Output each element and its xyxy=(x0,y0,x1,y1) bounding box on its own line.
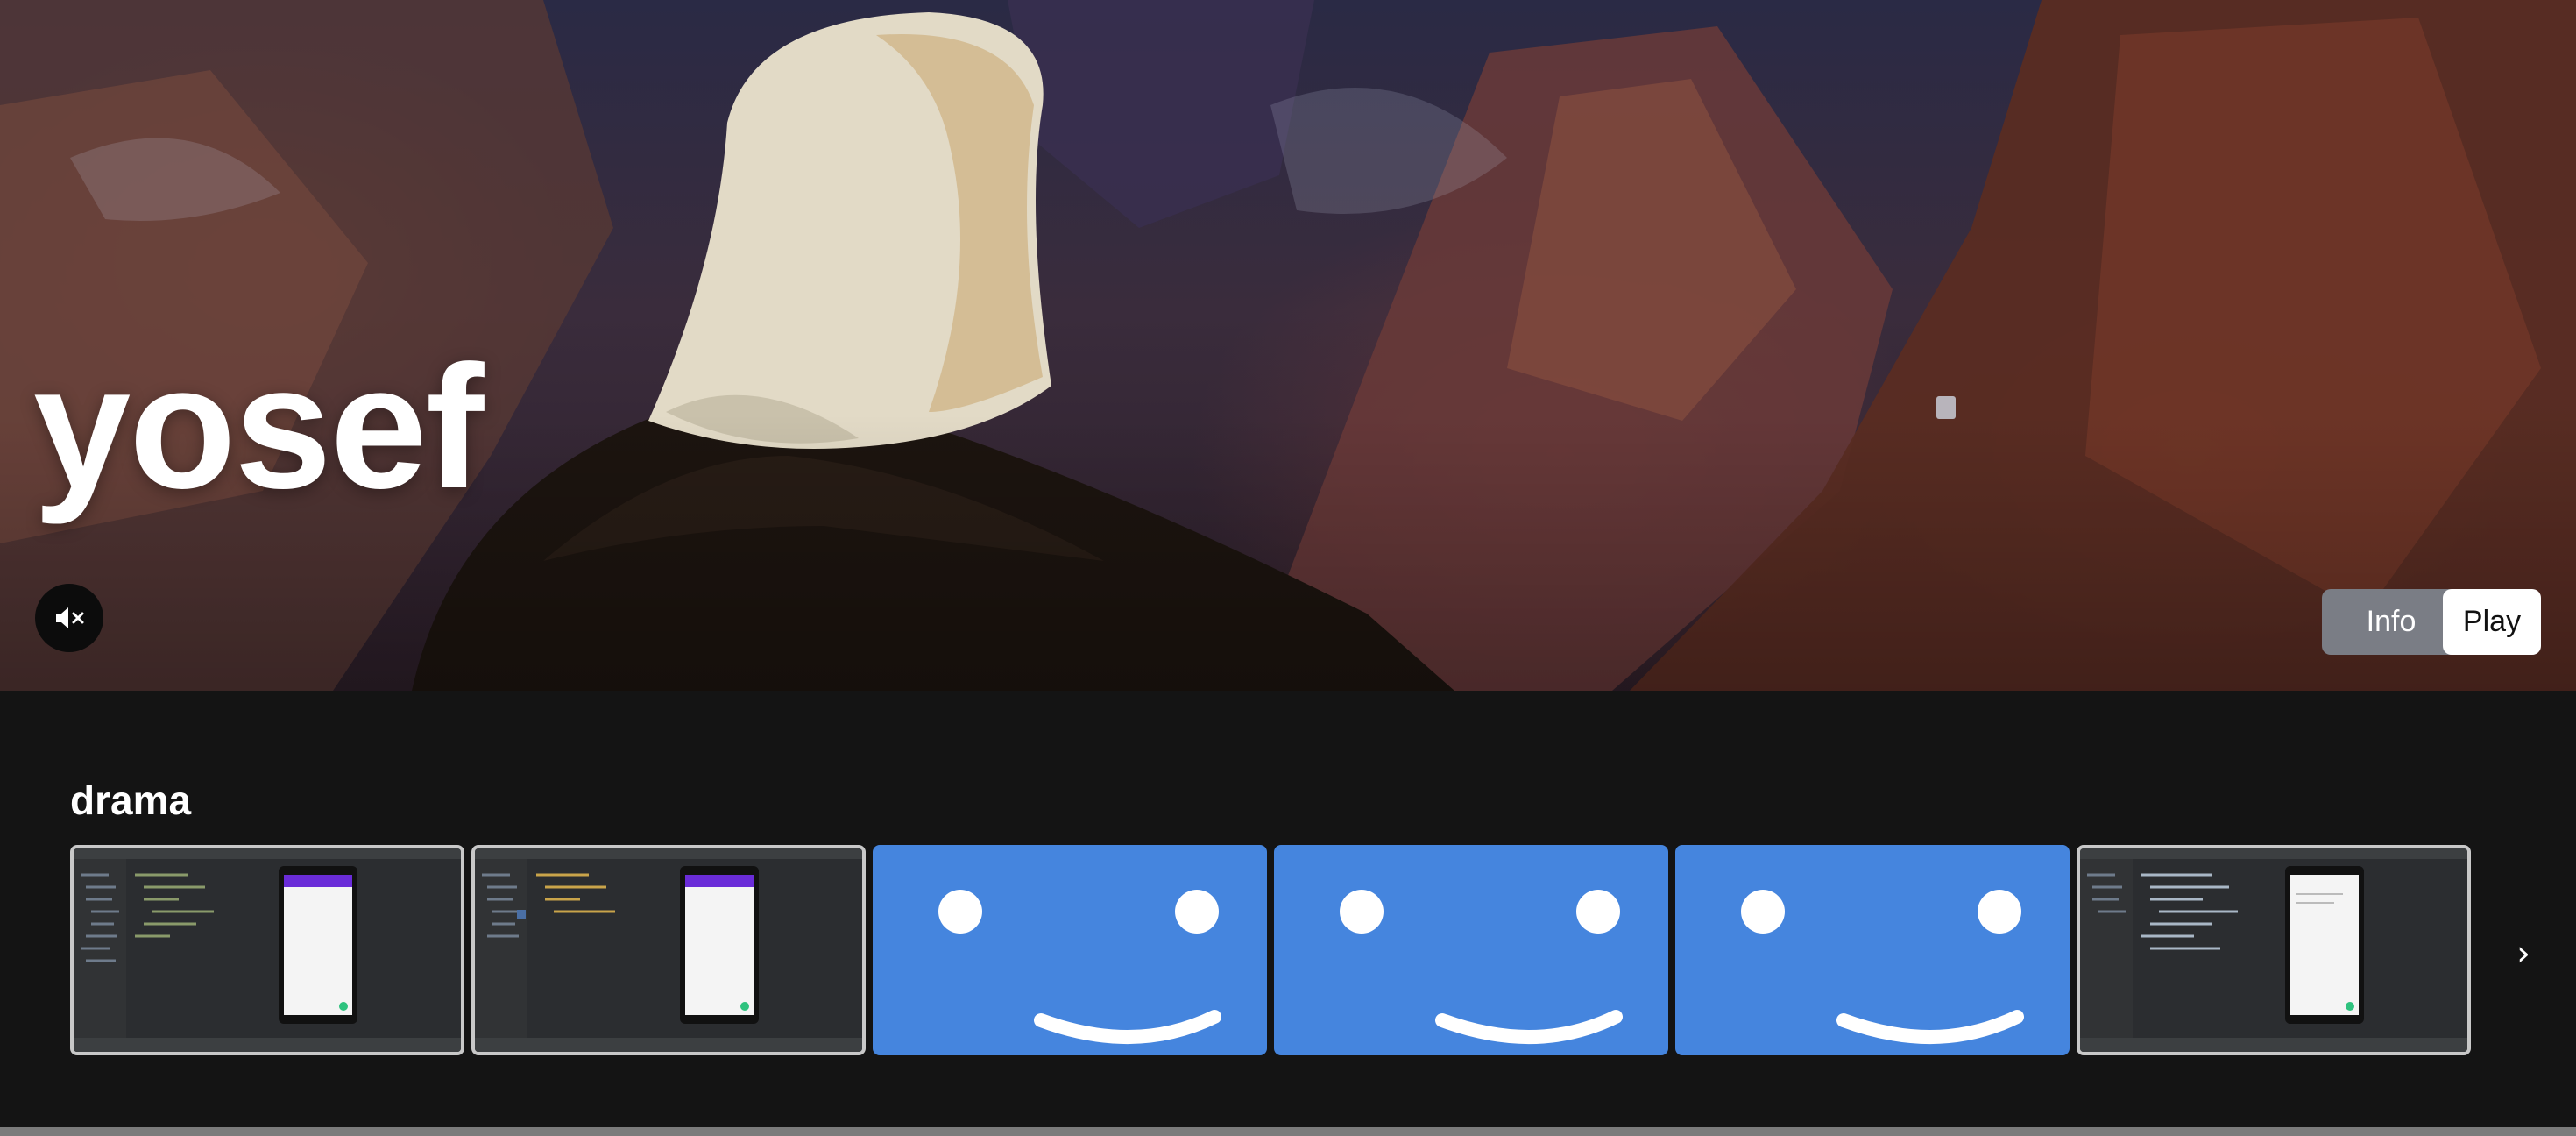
row-title: drama xyxy=(70,777,192,823)
smiley-placeholder-thumbnail xyxy=(938,890,1221,1045)
speaker-muted-icon xyxy=(56,607,84,628)
thumbnail-tile[interactable] xyxy=(873,845,1267,1055)
smiley-placeholder-thumbnail xyxy=(1741,890,2024,1045)
play-button[interactable]: Play xyxy=(2443,589,2541,655)
info-button[interactable]: Info xyxy=(2322,589,2460,655)
ide-screenshot-thumbnail xyxy=(74,848,461,1052)
ide-screenshot-thumbnail xyxy=(475,848,862,1052)
smiley-placeholder-thumbnail xyxy=(1340,890,1623,1045)
hero-title: yosef xyxy=(33,330,484,525)
thumbnail-tile[interactable] xyxy=(1675,845,2070,1055)
thumbnail-tile[interactable] xyxy=(70,845,464,1055)
mute-toggle-button[interactable] xyxy=(35,584,103,652)
thumbnail-tile[interactable] xyxy=(471,845,866,1055)
app-root: yosef Info Play drama › xyxy=(0,0,2576,1136)
bottom-edge xyxy=(0,1127,2576,1136)
ide-screenshot-thumbnail xyxy=(2080,848,2467,1052)
thumbnail-tile[interactable] xyxy=(2077,845,2471,1055)
thumbnail-row xyxy=(70,845,2471,1055)
thumbnail-tile[interactable] xyxy=(1274,845,1668,1055)
hero-banner: yosef Info Play xyxy=(0,0,2576,691)
row-next-arrow[interactable]: › xyxy=(2516,936,2530,971)
